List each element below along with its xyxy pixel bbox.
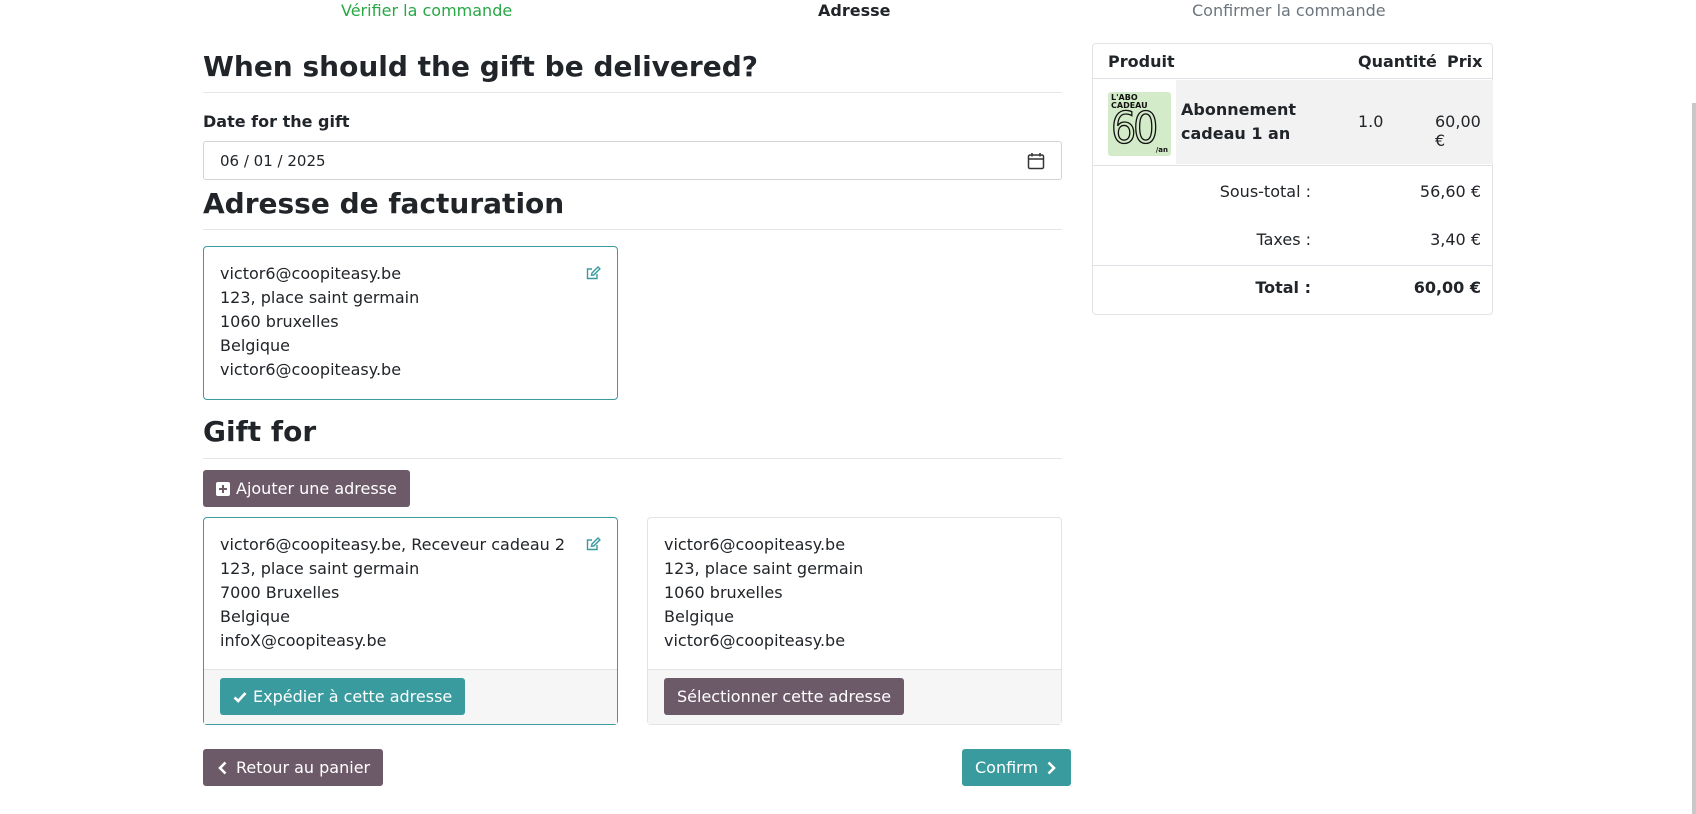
edit-icon[interactable] <box>585 265 601 281</box>
product-price: 60,00 € <box>1435 112 1481 150</box>
step-confirm-order: Confirmer la commande <box>1192 1 1386 20</box>
billing-title: Adresse de facturation <box>203 187 565 220</box>
ship-to-address-button[interactable]: Expédier à cette adresse <box>220 678 466 715</box>
divider <box>1093 165 1492 166</box>
address-line: 123, place saint germain <box>220 559 420 578</box>
divider <box>203 229 1062 230</box>
tax-value: 3,40 € <box>1430 230 1481 249</box>
add-address-label: Ajouter une adresse <box>236 479 397 498</box>
col-price: Prix <box>1447 52 1483 71</box>
confirm-label: Confirm <box>975 758 1039 777</box>
plus-square-icon <box>216 481 230 496</box>
address-line: 123, place saint germain <box>220 288 420 307</box>
gift-date-input[interactable]: 06 / 01 / 2025 <box>203 141 1062 180</box>
check-icon <box>233 691 247 703</box>
divider <box>1093 265 1492 266</box>
gift-address-card[interactable]: victor6@coopiteasy.be 123, place saint g… <box>647 517 1062 725</box>
total-label: Total : <box>1255 278 1311 297</box>
divider <box>1093 78 1492 79</box>
address-line: 1060 bruxelles <box>220 312 339 331</box>
subtotal-value: 56,60 € <box>1419 182 1481 201</box>
address-line: 123, place saint germain <box>664 559 864 578</box>
thumb-big-number: 60 <box>1110 103 1159 154</box>
address-line: victor6@coopiteasy.be, Receveur cadeau 2 <box>220 535 566 554</box>
add-address-button[interactable]: Ajouter une adresse <box>203 470 410 507</box>
subtotal-label: Sous-total : <box>1219 182 1311 201</box>
tax-label: Taxes : <box>1256 230 1311 249</box>
billing-address-card: victor6@coopiteasy.be 123, place saint g… <box>203 246 618 400</box>
col-quantity: Quantité <box>1358 52 1437 71</box>
gift-date-value[interactable]: 06 / 01 / 2025 <box>220 152 326 170</box>
confirm-button[interactable]: Confirm <box>962 749 1072 786</box>
address-line: victor6@coopiteasy.be <box>664 535 846 554</box>
address-line: 1060 bruxelles <box>664 583 783 602</box>
calendar-icon[interactable] <box>1027 152 1045 170</box>
divider <box>203 92 1062 93</box>
address-line: 7000 Bruxelles <box>220 583 340 602</box>
page-scrollbar[interactable] <box>1692 103 1696 814</box>
gift-address-card-selected[interactable]: victor6@coopiteasy.be, Receveur cadeau 2… <box>203 517 618 725</box>
address-line: Belgique <box>664 607 735 626</box>
divider <box>203 458 1062 459</box>
checkout-address-page: Vérifier la commande Adresse Confirmer l… <box>0 0 1696 814</box>
gift-for-title: Gift for <box>203 415 317 448</box>
address-line: Belgique <box>220 607 291 626</box>
back-to-cart-label: Retour au panier <box>236 758 371 777</box>
col-product: Produit <box>1108 52 1175 71</box>
product-thumbnail: L'ABO CADEAU 60 /an <box>1108 92 1171 156</box>
back-to-cart-button[interactable]: Retour au panier <box>203 749 384 786</box>
address-line: victor6@coopiteasy.be <box>664 631 846 650</box>
address-line: Belgique <box>220 336 291 355</box>
chevron-left-icon <box>218 761 227 774</box>
edit-icon[interactable] <box>585 536 601 552</box>
address-line: victor6@coopiteasy.be <box>220 360 402 379</box>
date-label: Date for the gift <box>203 112 350 131</box>
select-address-button[interactable]: Sélectionner cette adresse <box>664 678 905 715</box>
thumb-small: /an <box>1155 146 1168 154</box>
chevron-right-icon <box>1047 761 1056 774</box>
select-address-label: Sélectionner cette adresse <box>677 687 892 706</box>
product-name[interactable]: Abonnement cadeau 1 an <box>1181 98 1351 146</box>
ship-to-address-label: Expédier à cette adresse <box>253 687 453 706</box>
step-review-order[interactable]: Vérifier la commande <box>341 1 512 20</box>
delivery-title: When should the gift be delivered? <box>203 50 758 83</box>
address-line: infoX@coopiteasy.be <box>220 631 387 650</box>
total-value: 60,00 € <box>1413 278 1481 297</box>
address-line: victor6@coopiteasy.be <box>220 264 402 283</box>
product-quantity: 1.0 <box>1358 112 1384 131</box>
order-summary: Produit Quantité Prix L'ABO CADEAU 60 /a… <box>1092 43 1493 315</box>
step-address: Adresse <box>818 1 891 20</box>
